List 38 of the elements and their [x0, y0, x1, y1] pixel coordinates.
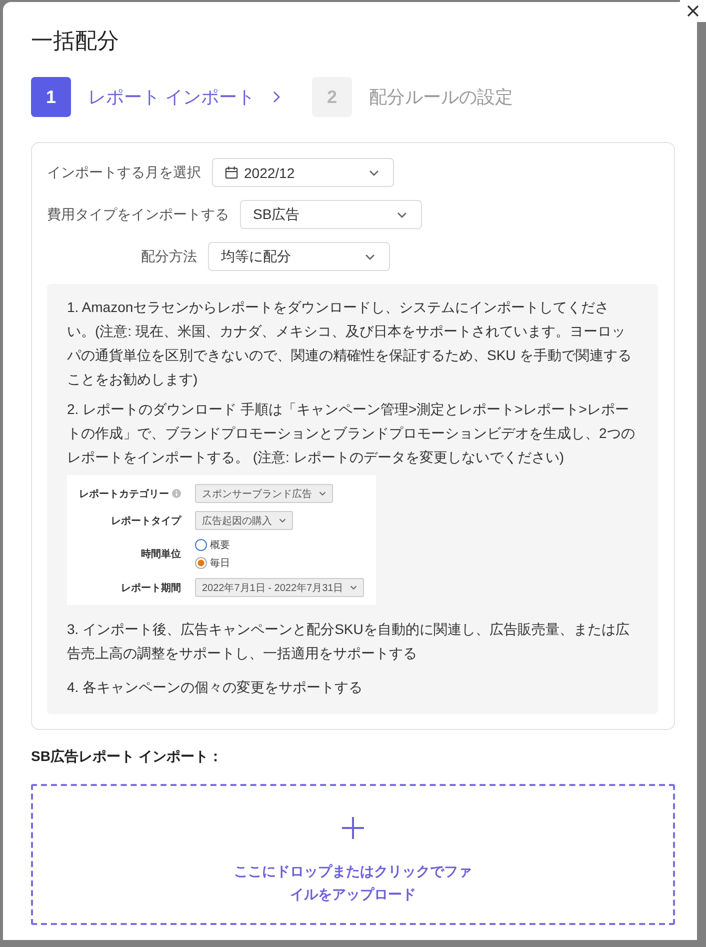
radio-button[interactable] [195, 557, 207, 569]
month-picker[interactable]: 2022/12 [212, 158, 394, 187]
dropdown[interactable]: SB広告 [240, 200, 422, 229]
step-number: 1 [31, 77, 71, 117]
report-dropdown[interactable]: 広告起因の購入 [195, 511, 293, 530]
report-dropdown[interactable]: 2022年7月1日 - 2022年7月31日 [195, 578, 364, 597]
chevron-down-icon [365, 254, 375, 260]
chevron-right-icon [273, 91, 280, 103]
close-icon [687, 5, 699, 17]
radio-button[interactable] [195, 539, 207, 551]
report-field-label: レポート期間 [121, 582, 181, 594]
report-field-label: レポートタイプ [111, 514, 181, 528]
chevron-down-icon [397, 212, 407, 218]
chevron-down-icon [350, 585, 358, 590]
step-label: レポート インポート [88, 86, 256, 109]
upload-dropzone[interactable]: ここにドロップまたはクリックでファイルをアップロード [31, 784, 675, 925]
report-field-label: レポートカテゴリー [79, 488, 169, 500]
step-label: 配分ルールの設定 [369, 86, 514, 109]
report-dropdown[interactable]: スポンサーブランド広告 [195, 484, 333, 503]
radio-label: 概要 [210, 538, 230, 552]
instruction-text: 3. インポート後、広告キャンペーンと配分SKUを自動的に関連し、広告販売量、または広告売上高の調整をサポートし、一括適用をサポートする [67, 620, 630, 663]
chevron-down-icon [369, 170, 379, 176]
form-label: 配分方法 [140, 248, 197, 266]
step-number: 2 [312, 77, 352, 117]
instruction-text: 4. 各キャンペーンの個々の変更をサポートする [67, 678, 364, 697]
chevron-down-icon [319, 491, 326, 496]
form-label: 費用タイプをインポートする [47, 206, 229, 224]
chevron-down-icon [279, 518, 286, 523]
instruction-text: 2. レポートのダウンロード 手順は「キャンペーン管理>測定とレポート>レポート>レポートの作成」で、ブランドプロモーションとブランドプロモーションビデオを生成し、2つのレポートをインポートする。 (注意: レポートのデータを変更しないでください) [67, 400, 636, 467]
plus-icon [342, 817, 364, 839]
calendar-icon [225, 166, 238, 179]
upload-heading: SB広告レポート インポート： [31, 747, 222, 766]
dialog-title: 一括配分 [31, 27, 119, 55]
instruction-text: 1. Amazonセラセンからレポートをダウンロードし、システムにインポートしてください。(注意: 現在、米国、カナダ、メキシコ、及び日本をサポートされています。ヨーロッパの通貨単位を区別できないので、関連の精確性を保証するため、SKU を手動で関連することをお勧めします) [67, 298, 633, 389]
dropdown[interactable]: 均等に配分 [208, 242, 390, 271]
form-label: インポートする月を選択 [47, 164, 201, 182]
radio-label: 毎日 [210, 557, 230, 570]
report-field-label: 時間単位 [141, 548, 181, 561]
